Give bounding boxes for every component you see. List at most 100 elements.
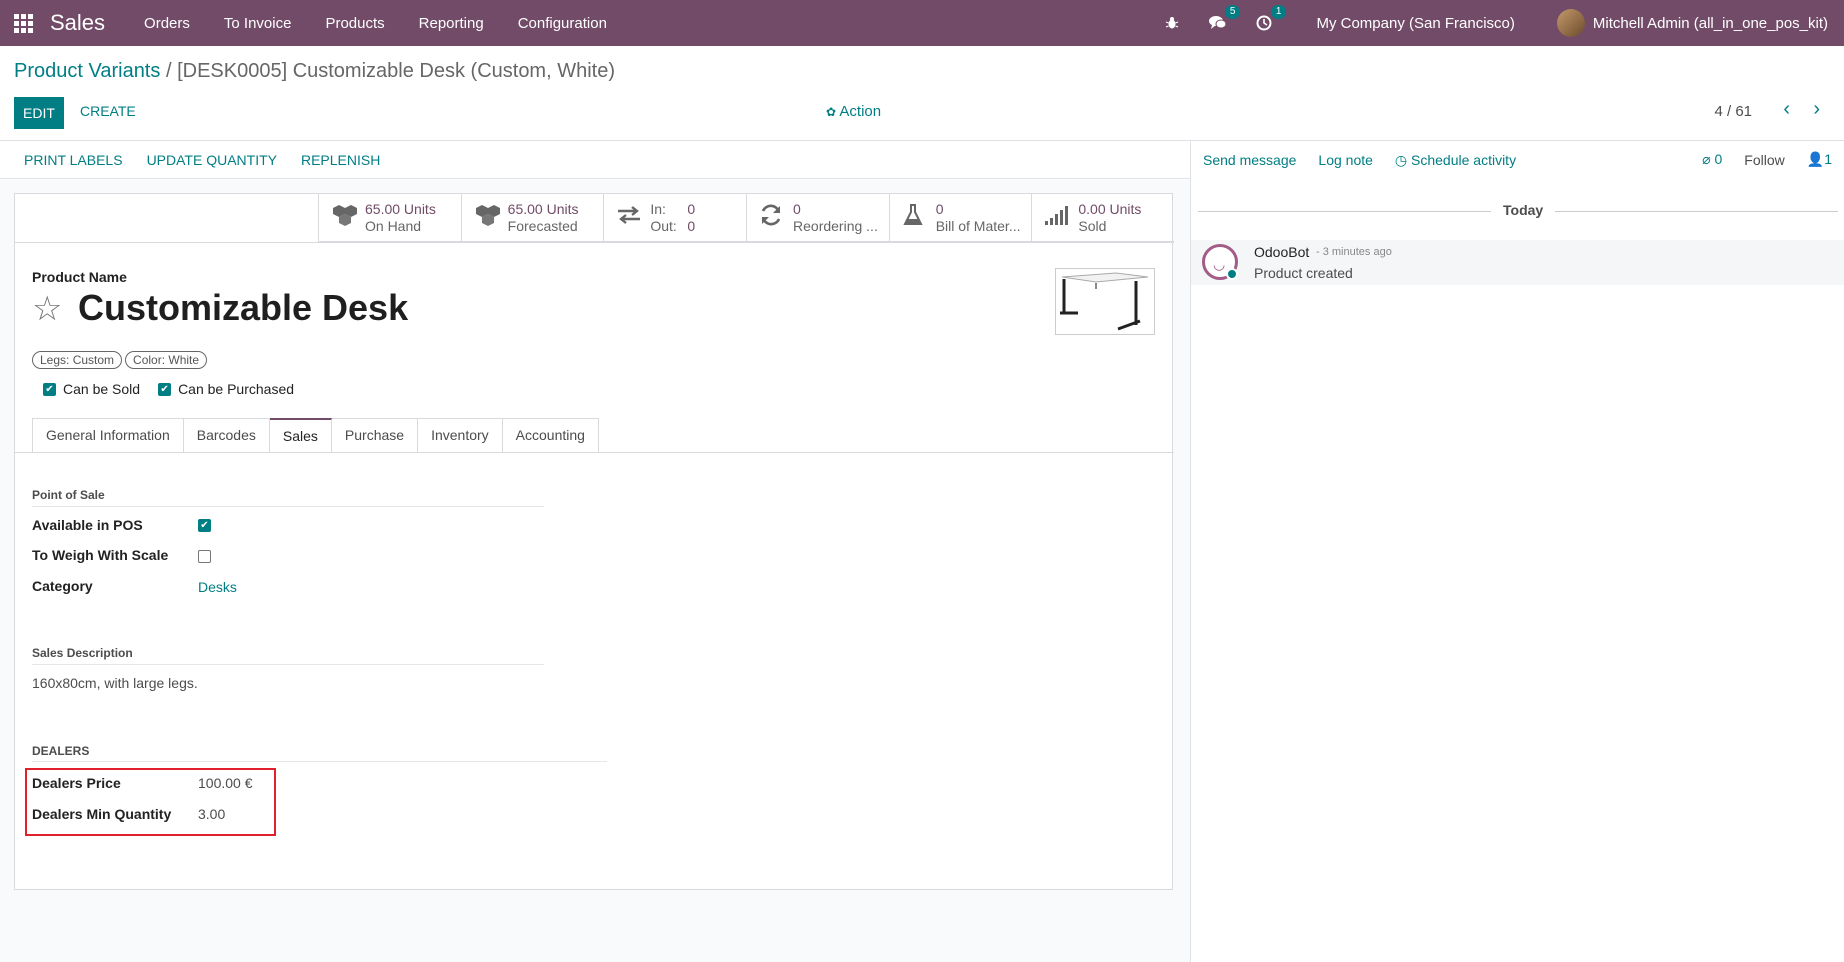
sales-description-title: Sales Description <box>32 646 133 660</box>
debug-bug-icon[interactable] <box>1162 13 1182 33</box>
dealers-section-title: DEALERS <box>32 744 90 758</box>
smile-icon: ◡ <box>1213 256 1226 272</box>
company-switcher[interactable]: My Company (San Francisco) <box>1316 15 1514 32</box>
followers-count: 1 <box>1824 151 1832 167</box>
activities-badge: 1 <box>1270 5 1287 19</box>
user-icon: 👤 <box>1806 151 1825 167</box>
buttonbox-divider <box>15 242 1174 243</box>
reordering-value: 0 <box>793 201 801 217</box>
pager-next-icon[interactable]: › <box>1813 98 1820 121</box>
smart-buttons: 65.00 Units On Hand 65.00 Units Forecasted… <box>318 194 1174 242</box>
edit-button[interactable]: EDIT <box>14 97 64 129</box>
forecasted-label: Forecasted <box>507 218 578 234</box>
tab-inventory[interactable]: Inventory <box>418 418 503 453</box>
dealers-section-line <box>32 761 607 762</box>
chatter-message: ◡ OdooBot - 3 minutes ago Product create… <box>1191 240 1844 285</box>
to-weigh-checkbox[interactable] <box>198 550 211 563</box>
online-status-icon <box>1226 268 1238 280</box>
tab-sales[interactable]: Sales <box>269 418 332 453</box>
menu-orders[interactable]: Orders <box>127 15 207 32</box>
category-label: Category <box>32 578 93 594</box>
followers-button[interactable]: 👤1 <box>1807 151 1832 168</box>
pager-previous-icon[interactable]: ‹ <box>1783 98 1790 121</box>
message-time: - 3 minutes ago <box>1316 246 1392 258</box>
send-message-button[interactable]: Send message <box>1203 152 1296 168</box>
bom-value: 0 <box>935 201 944 217</box>
to-weigh-label: To Weigh With Scale <box>32 547 169 563</box>
app-brand[interactable]: Sales <box>50 10 105 36</box>
message-author[interactable]: OdooBot <box>1254 244 1309 260</box>
menu-configuration[interactable]: Configuration <box>501 15 624 32</box>
in-out-button[interactable]: In: 0 Out: 0 <box>603 194 746 242</box>
cubes-icon <box>331 203 365 234</box>
breadcrumb-separator: / <box>165 60 172 82</box>
form-statusbar: PRINT LABELS UPDATE QUANTITY REPLENISH <box>0 141 1190 179</box>
bom-button[interactable]: 0 Bill of Mater... <box>888 194 1032 242</box>
apps-menu-icon[interactable] <box>14 14 36 33</box>
category-value[interactable]: Desks <box>198 579 237 595</box>
tabs-divider <box>15 452 1174 453</box>
breadcrumb-parent[interactable]: Product Variants <box>14 60 160 82</box>
tab-purchase[interactable]: Purchase <box>331 418 419 453</box>
pager-value[interactable]: 4 / 61 <box>1714 103 1752 120</box>
reordering-label: Reordering ... <box>793 218 878 234</box>
on-hand-button[interactable]: 65.00 Units On Hand <box>318 194 461 242</box>
attachments-button[interactable]: ⌀ 0 <box>1702 151 1722 168</box>
menu-products[interactable]: Products <box>308 15 401 32</box>
print-labels-button[interactable]: PRINT LABELS <box>24 152 123 168</box>
form-tabs: General Information Barcodes Sales Purch… <box>32 418 599 453</box>
gear-icon: ✿ <box>826 105 837 119</box>
exchange-arrows-icon <box>616 204 650 232</box>
messages-badge: 5 <box>1224 5 1241 19</box>
available-in-pos-checkbox[interactable]: ✔ <box>198 519 211 532</box>
out-value: 0 <box>687 218 696 234</box>
can-be-purchased-checkbox[interactable]: ✔ <box>158 382 172 396</box>
pos-section-title: Point of Sale <box>32 488 105 502</box>
tag-legs: Legs: Custom <box>32 351 123 369</box>
chatter-actions: ⌀ 0 Follow 👤1 <box>1702 151 1832 168</box>
paperclip-icon: ⌀ <box>1702 151 1711 167</box>
activities-clock-icon[interactable]: 1 <box>1254 5 1287 33</box>
in-value: 0 <box>687 201 696 217</box>
sales-description-text[interactable]: 160x80cm, with large legs. <box>32 675 198 691</box>
favorite-star-icon[interactable]: ☆ <box>32 289 62 329</box>
in-label: In: <box>650 201 666 217</box>
schedule-activity-label: Schedule activity <box>1411 151 1517 168</box>
sold-button[interactable]: 0.00 Units Sold <box>1031 194 1174 242</box>
messages-chat-icon[interactable]: 5 <box>1208 5 1241 33</box>
available-in-pos-label: Available in POS <box>32 517 143 533</box>
tab-accounting[interactable]: Accounting <box>502 418 599 453</box>
sold-label: Sold <box>1078 218 1107 234</box>
action-menu[interactable]: ✿ Action <box>826 103 881 120</box>
product-image[interactable] <box>1055 268 1155 335</box>
menu-reporting[interactable]: Reporting <box>402 15 501 32</box>
pos-section-line <box>32 506 544 507</box>
schedule-activity-button[interactable]: ◷ Schedule activity <box>1395 152 1516 169</box>
out-label: Out: <box>650 218 677 234</box>
forecasted-button[interactable]: 65.00 Units Forecasted <box>460 194 604 242</box>
replenish-button[interactable]: REPLENISH <box>301 152 380 168</box>
user-avatar[interactable] <box>1556 9 1585 37</box>
user-menu[interactable]: Mitchell Admin (all_in_one_pos_kit) <box>1593 15 1828 32</box>
follow-button[interactable]: Follow <box>1744 152 1784 168</box>
can-be-sold-checkbox[interactable]: ✔ <box>43 382 56 396</box>
main-menu: Orders To Invoice Products Reporting Con… <box>127 15 624 32</box>
sales-description-line <box>32 664 544 665</box>
action-label: Action <box>839 103 882 120</box>
create-button[interactable]: CREATE <box>80 103 136 119</box>
dealers-highlight-box <box>25 768 276 836</box>
sale-purchase-flags: ✔ Can be Sold ✔ Can be Purchased <box>43 381 312 397</box>
log-note-button[interactable]: Log note <box>1318 152 1373 168</box>
tab-barcodes[interactable]: Barcodes <box>183 418 270 453</box>
cubes-icon <box>474 203 508 234</box>
product-name-label: Product Name <box>32 269 127 285</box>
forecasted-value: 65.00 Units <box>507 201 579 217</box>
tab-general-information[interactable]: General Information <box>32 418 184 453</box>
top-navbar: Sales Orders To Invoice Products Reporti… <box>0 0 1844 46</box>
update-quantity-button[interactable]: UPDATE QUANTITY <box>147 152 277 168</box>
breadcrumb-current: [DESK0005] Customizable Desk (Custom, Wh… <box>177 60 615 82</box>
message-body: Product created <box>1254 265 1353 281</box>
menu-to-invoice[interactable]: To Invoice <box>207 15 309 32</box>
reordering-button[interactable]: 0 Reordering ... <box>746 194 889 242</box>
can-be-purchased-label: Can be Purchased <box>178 381 295 397</box>
